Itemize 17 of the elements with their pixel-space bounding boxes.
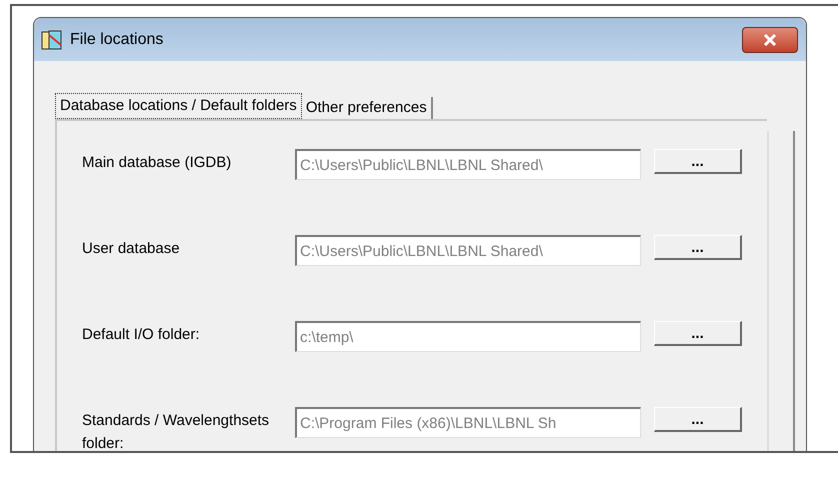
window-title: File locations [70, 30, 164, 50]
tab[interactable]: Database locations / Default folders [55, 93, 302, 119]
close-icon [763, 34, 777, 46]
path-field[interactable]: C:\Program Files (x86)\LBNL\LBNL Sh [295, 407, 641, 438]
field-label: Main database (IGDB) [82, 153, 232, 173]
path-field[interactable]: C:\Users\Public\LBNL\LBNL Shared\ [295, 149, 641, 180]
browse-button[interactable]: ... [654, 149, 742, 174]
field-label: User database [82, 239, 181, 259]
field-label: Standards / Wavelengthsets folder: [82, 411, 270, 451]
close-button[interactable] [742, 26, 798, 52]
browse-button[interactable]: ... [654, 235, 742, 260]
field-label: Default I/O folder: [82, 325, 201, 345]
path-field[interactable]: c:\temp\ [295, 321, 641, 352]
browse-button[interactable]: ... [654, 407, 742, 432]
app-icon [40, 28, 64, 50]
path-field[interactable]: C:\Users\Public\LBNL\LBNL Shared\ [295, 235, 641, 266]
browse-button[interactable]: ... [654, 321, 742, 346]
